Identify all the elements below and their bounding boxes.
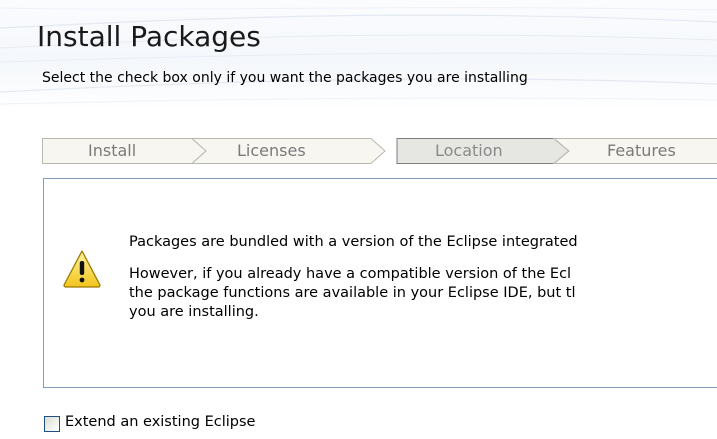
step-location[interactable]: Location (435, 141, 503, 160)
wizard-header-banner: Install Packages Select the check box on… (0, 0, 717, 110)
step-install[interactable]: Install (88, 141, 136, 160)
install-packages-wizard: Install Packages Select the check box on… (0, 0, 717, 439)
info-paragraph-2-line-1: However, if you already have a compatibl… (129, 266, 572, 282)
info-paragraph-1: Packages are bundled with a version of t… (129, 234, 578, 250)
step-features[interactable]: Features (607, 141, 676, 160)
extend-eclipse-label[interactable]: Extend an existing Eclipse (65, 414, 255, 430)
page-title: Install Packages (37, 20, 261, 53)
info-paragraph-2-line-2: the package functions are available in y… (129, 285, 576, 301)
extend-eclipse-checkbox[interactable] (44, 416, 60, 432)
info-paragraph-2-line-3: you are installing. (129, 304, 259, 320)
page-subtitle: Select the check box only if you want th… (42, 70, 528, 86)
warning-icon (63, 250, 101, 288)
step-licenses[interactable]: Licenses (237, 141, 306, 160)
header-swoosh-decoration (0, 7, 717, 105)
